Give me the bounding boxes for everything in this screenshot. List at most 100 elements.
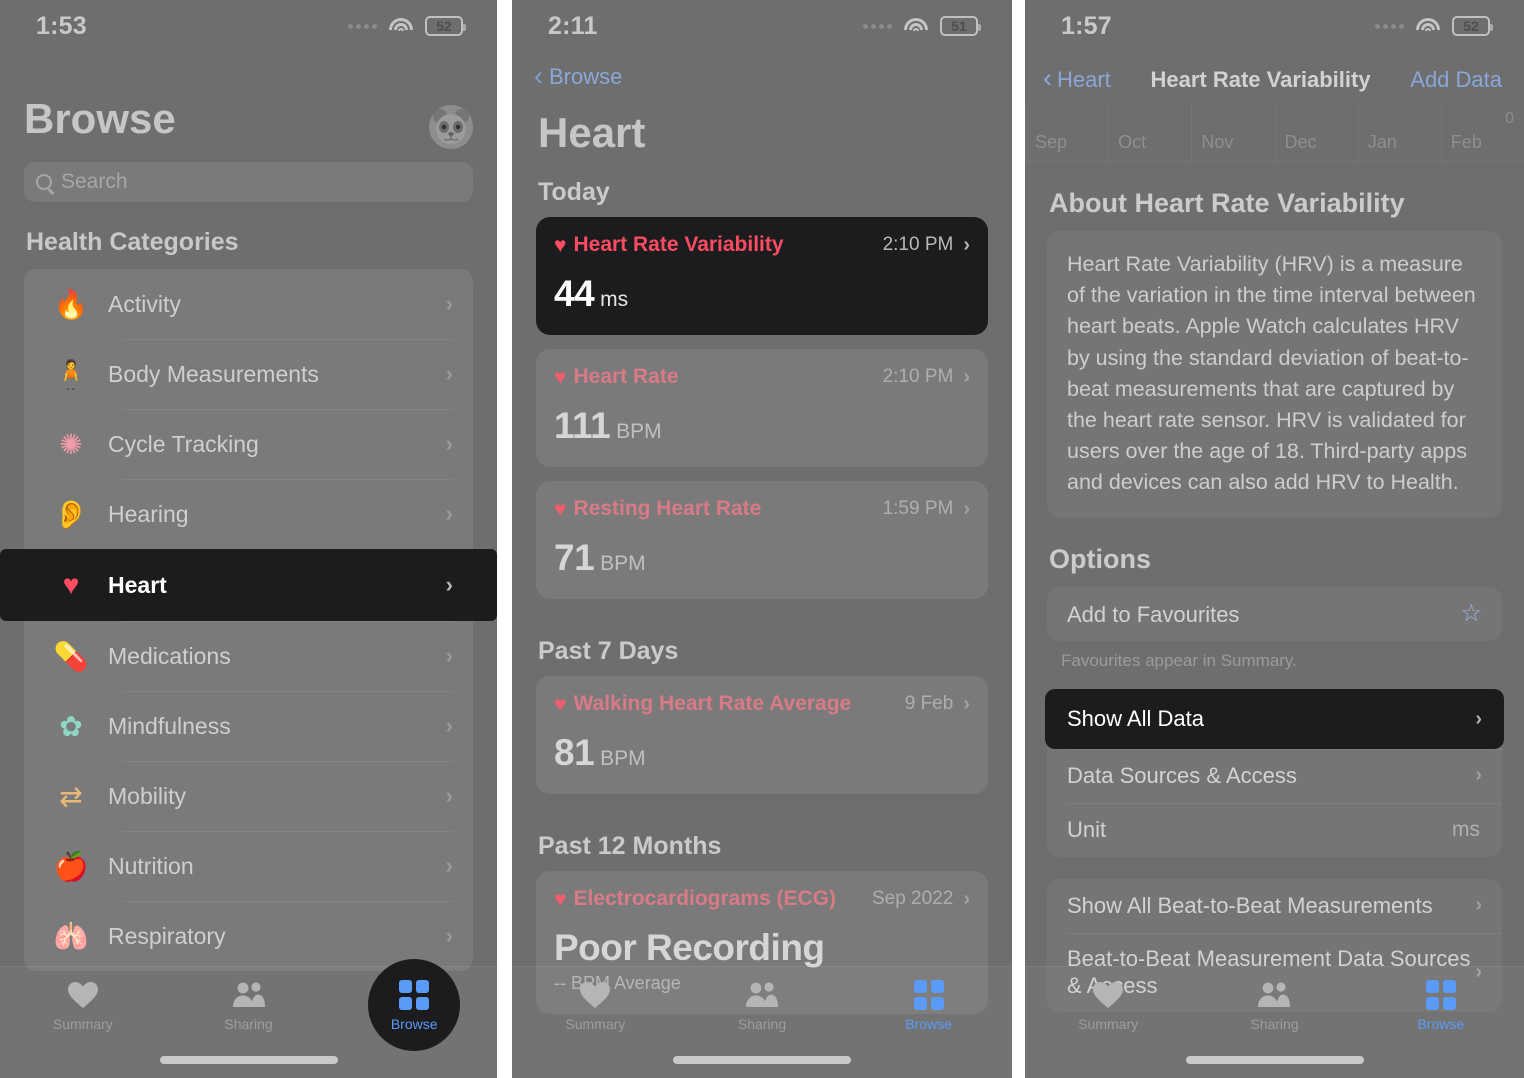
home-indicator xyxy=(1185,1056,1364,1064)
metric-card[interactable]: ♥ Heart Rate Variability 2:10 PM › 44 ms xyxy=(536,217,988,335)
chevron-right-icon: › xyxy=(445,853,453,878)
chart-month-column: Sep xyxy=(1025,104,1108,161)
add-data-button[interactable]: Add Data xyxy=(1410,67,1502,93)
wifi-icon xyxy=(904,17,928,35)
tab-summary[interactable]: Summary xyxy=(0,967,166,1045)
heart-icon: ♥ xyxy=(554,692,567,716)
add-to-favourites-label: Add to Favourites xyxy=(1067,601,1240,627)
about-header: About Heart Rate Variability xyxy=(1049,188,1405,218)
tab-browse[interactable]: Browse xyxy=(845,967,1012,1045)
group-header: Today xyxy=(538,178,610,206)
option-value: ms xyxy=(1452,817,1480,841)
metric-name: Heart Rate Variability xyxy=(573,233,784,256)
chart-month-label: Dec xyxy=(1284,132,1317,152)
status-indicators: 52 xyxy=(348,16,466,36)
category-row-nutrition[interactable]: 🍎 Nutrition › xyxy=(24,831,473,901)
tab-sharing[interactable]: Sharing xyxy=(1191,967,1357,1045)
category-row-hearing[interactable]: 👂 Hearing › xyxy=(24,479,473,549)
battery-icon: 52 xyxy=(425,16,466,36)
tab-sharing[interactable]: Sharing xyxy=(679,967,846,1045)
chevron-right-icon: › xyxy=(1475,894,1482,917)
heart-filled-icon xyxy=(1093,980,1124,1010)
back-button[interactable]: ‹ Heart xyxy=(1043,63,1111,93)
star-icon[interactable]: ☆ xyxy=(1460,602,1482,626)
tab-browse[interactable]: Browse xyxy=(331,959,497,1051)
category-label: Hearing xyxy=(108,500,189,527)
heart-icon: ♥ xyxy=(554,497,567,521)
grid-icon xyxy=(913,980,944,1010)
chart-month-column: Jan xyxy=(1357,104,1441,161)
brain-icon: ✿ xyxy=(59,710,83,742)
tab-sharing-label: Sharing xyxy=(737,1016,787,1032)
back-button[interactable]: ‹ Browse xyxy=(512,52,1012,90)
category-label: Mindfulness xyxy=(108,712,231,739)
category-label: Activity xyxy=(108,290,181,317)
chevron-right-icon: › xyxy=(445,361,453,386)
tab-summary[interactable]: Summary xyxy=(512,967,679,1045)
metric-timestamp: Sep 2022 xyxy=(871,888,954,909)
heart-icon: ♥ xyxy=(554,233,567,257)
metric-card[interactable]: ♥ Resting Heart Rate 1:59 PM › 71 BPM xyxy=(536,481,988,599)
search-input[interactable]: Search xyxy=(24,162,473,202)
tab-summary-label: Summary xyxy=(565,1016,626,1032)
back-button-label: Heart xyxy=(1057,67,1111,92)
option-row-unit[interactable]: Unit ms xyxy=(1047,802,1502,857)
chevron-right-icon: › xyxy=(445,923,453,948)
chevron-right-icon: › xyxy=(445,501,453,526)
panel-gap-1 xyxy=(497,0,512,1078)
option-row-show-all-data[interactable]: Show All Data › xyxy=(1045,689,1504,749)
category-row-mobility[interactable]: ⇄ Mobility › xyxy=(24,761,473,831)
grid-icon xyxy=(399,980,430,1010)
about-body: Heart Rate Variability (HRV) is a measur… xyxy=(1067,252,1476,495)
category-row-activity[interactable]: 🔥 Activity › xyxy=(24,269,473,339)
metric-name: Heart Rate xyxy=(573,365,679,388)
status-bar: 2:11 51 xyxy=(512,0,1012,52)
tab-summary-label: Summary xyxy=(1078,1016,1139,1032)
tab-summary-label: Summary xyxy=(52,1016,113,1032)
category-row-body-measurements[interactable]: 🧍 Body Measurements › xyxy=(24,339,473,409)
status-time: 2:11 xyxy=(548,11,598,40)
heart-icon: ♥ xyxy=(554,887,567,911)
chevron-right-icon: › xyxy=(1475,707,1482,730)
tab-sharing[interactable]: Sharing xyxy=(166,967,332,1045)
tab-summary[interactable]: Summary xyxy=(1025,967,1191,1045)
lungs-icon: 🫁 xyxy=(53,920,89,952)
metric-unit: BPM xyxy=(616,420,662,443)
pills-icon: 💊 xyxy=(53,640,89,672)
metric-unit: BPM xyxy=(600,552,646,575)
category-row-heart[interactable]: ♥ Heart › xyxy=(0,549,497,621)
search-icon xyxy=(36,174,52,190)
tab-browse[interactable]: Browse xyxy=(1358,967,1524,1045)
category-label: Cycle Tracking xyxy=(108,430,259,457)
status-time: 1:57 xyxy=(1061,11,1112,40)
people-icon xyxy=(745,980,779,1010)
panel-gap-2 xyxy=(1012,0,1025,1078)
body-icon: 🧍 xyxy=(53,358,89,390)
apple-icon: 🍎 xyxy=(53,850,89,882)
option-row-show-all-beat-to-beat-measurements[interactable]: Show All Beat-to-Beat Measurements › xyxy=(1047,879,1502,933)
chevron-right-icon: › xyxy=(445,572,453,597)
option-row-data-sources-access[interactable]: Data Sources & Access › xyxy=(1047,748,1502,803)
people-icon xyxy=(232,980,266,1010)
metric-unit: ms xyxy=(600,288,629,311)
metric-card[interactable]: ♥ Walking Heart Rate Average 9 Feb › 81 BPM xyxy=(536,676,988,794)
health-categories-list: 🔥 Activity › 🧍 Body Measurements › ✺ Cycle Trac… xyxy=(0,269,497,971)
option-label: Show All Data xyxy=(1067,706,1204,732)
chevron-left-icon: ‹ xyxy=(534,60,543,91)
option-label: Unit xyxy=(1067,817,1107,843)
metric-timestamp: 9 Feb xyxy=(904,693,954,714)
tab-browse-label: Browse xyxy=(1417,1016,1465,1032)
category-row-medications[interactable]: 💊 Medications › xyxy=(24,621,473,691)
panda-avatar-icon[interactable] xyxy=(429,105,473,149)
category-label: Body Measurements xyxy=(108,360,319,387)
nav-title: Heart Rate Variability xyxy=(1150,67,1371,92)
chevron-right-icon: › xyxy=(445,783,453,808)
add-to-favourites-row[interactable]: Add to Favourites ☆ xyxy=(1047,587,1502,641)
chevron-left-icon: ‹ xyxy=(1043,63,1052,93)
group-header: Past 7 Days xyxy=(538,637,679,665)
tab-bar: Summary Sharing Browse xyxy=(512,966,1012,1078)
category-row-cycle-tracking[interactable]: ✺ Cycle Tracking › xyxy=(24,409,473,479)
metric-card[interactable]: ♥ Heart Rate 2:10 PM › 111 BPM xyxy=(536,349,988,467)
category-row-mindfulness[interactable]: ✿ Mindfulness › xyxy=(24,691,473,761)
wifi-icon xyxy=(1416,17,1440,35)
